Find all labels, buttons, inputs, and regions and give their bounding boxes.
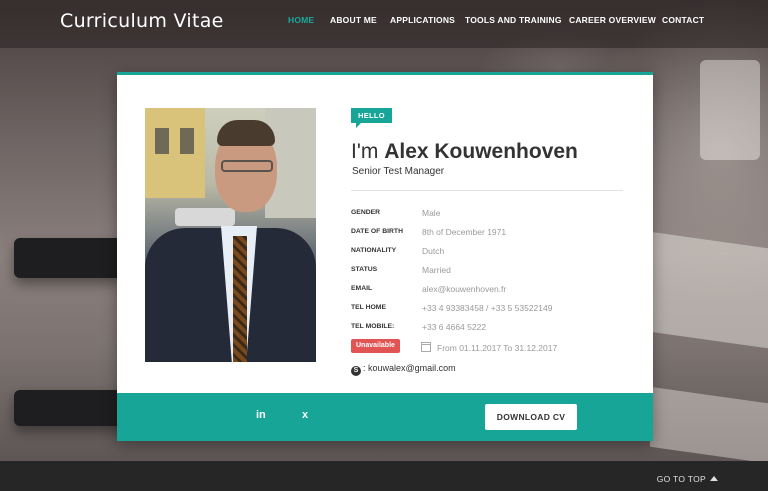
- go-to-top-label: GO TO TOP: [656, 474, 706, 484]
- detail-key: STATUS: [351, 266, 378, 273]
- email-link[interactable]: alex@kouwenhoven.fr: [422, 284, 506, 294]
- nav-tools-and-training[interactable]: TOOLS AND TRAINING: [465, 15, 562, 25]
- background-phone: [14, 238, 124, 278]
- availability-range: From 01.11.2017 To 31.12.2017: [421, 342, 557, 353]
- detail-key: TEL HOME: [351, 304, 386, 311]
- detail-key: EMAIL: [351, 285, 373, 292]
- detail-key: GENDER: [351, 209, 381, 216]
- card-footer: in x DOWNLOAD CV: [117, 393, 653, 441]
- xing-icon[interactable]: x: [302, 409, 308, 421]
- skype-contact: S: kouwalex@gmail.com: [351, 363, 456, 376]
- linkedin-icon[interactable]: in: [256, 409, 266, 421]
- detail-key: DATE OF BIRTH: [351, 228, 403, 235]
- nav-career-overview[interactable]: CAREER OVERVIEW: [569, 15, 656, 25]
- brand-logo[interactable]: Curriculum Vitae: [60, 10, 224, 32]
- greeting: I'm: [351, 140, 379, 163]
- download-cv-button[interactable]: DOWNLOAD CV: [485, 404, 577, 430]
- calendar-icon: [421, 342, 431, 352]
- divider: [351, 190, 623, 191]
- profile-name: I'm Alex Kouwenhoven: [351, 140, 578, 164]
- nav-contact[interactable]: CONTACT: [662, 15, 704, 25]
- full-name: Alex Kouwenhoven: [384, 140, 578, 163]
- background-phone: [14, 390, 124, 426]
- detail-value: 8th of December 1971: [422, 227, 507, 237]
- navbar: Curriculum Vitae HOME ABOUT ME APPLICATI…: [0, 0, 768, 48]
- bottom-bar: GO TO TOP: [0, 461, 768, 491]
- detail-value: +33 4 93383458 / +33 5 53522149: [422, 303, 553, 313]
- skype-text: : kouwalex@gmail.com: [363, 363, 456, 373]
- detail-key: NATIONALITY: [351, 247, 397, 254]
- nav-home[interactable]: HOME: [288, 15, 314, 25]
- availability-range-text: From 01.11.2017 To 31.12.2017: [437, 343, 558, 353]
- detail-value: Male: [422, 208, 441, 218]
- detail-key: TEL MOBILE:: [351, 323, 395, 330]
- profile-photo: [145, 108, 316, 362]
- availability-badge: Unavailable: [351, 339, 400, 353]
- job-title: Senior Test Manager: [352, 166, 445, 177]
- profile-card: HELLO I'm Alex Kouwenhoven Senior Test M…: [117, 72, 653, 441]
- nav-about-me[interactable]: ABOUT ME: [330, 15, 377, 25]
- skype-icon: S: [351, 366, 361, 376]
- hello-badge: HELLO: [351, 108, 392, 128]
- detail-value: +33 6 4664 5222: [422, 322, 487, 332]
- nav-applications[interactable]: APPLICATIONS: [390, 15, 455, 25]
- go-to-top-link[interactable]: GO TO TOP: [657, 474, 718, 484]
- detail-value: Dutch: [422, 246, 445, 256]
- detail-value: Married: [422, 265, 451, 275]
- caret-up-icon: [710, 476, 718, 481]
